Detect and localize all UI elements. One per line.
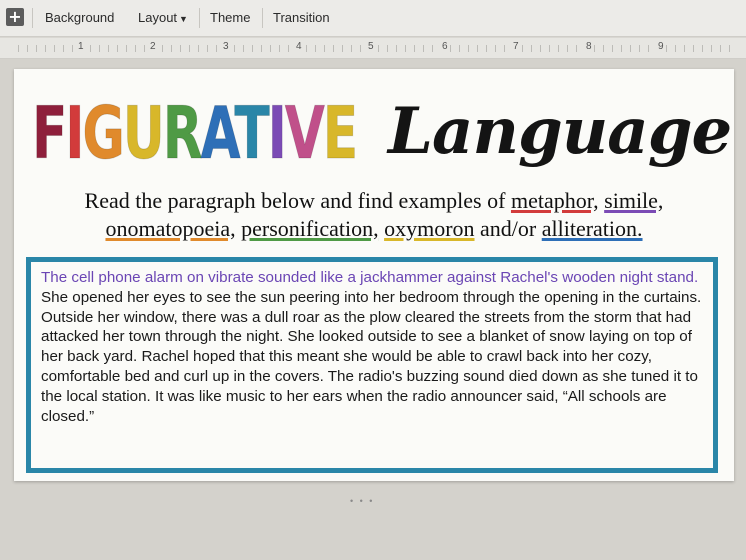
ruler-number: 4 bbox=[294, 41, 304, 52]
panel-resize-handle[interactable]: • • • bbox=[350, 496, 374, 506]
title-figurative: FIGURATIVE bbox=[32, 85, 359, 181]
layout-label: Layout bbox=[138, 10, 178, 25]
title-letter: E bbox=[322, 91, 358, 176]
passage-body: She opened her eyes to see the sun peeri… bbox=[41, 288, 702, 425]
background-button[interactable]: Background bbox=[45, 10, 114, 25]
toolbar-divider bbox=[262, 8, 263, 28]
slides-toolbar: + Background Layout ▼ Theme Transition bbox=[0, 0, 746, 37]
title-letter: V bbox=[284, 91, 325, 176]
title-letter: U bbox=[122, 91, 165, 176]
term-alliteration: alliteration. bbox=[541, 216, 643, 241]
title-letter: A bbox=[200, 91, 237, 176]
title-letter: T bbox=[234, 91, 270, 176]
term-oxymoron: oxymoron bbox=[384, 216, 475, 241]
title-letter: R bbox=[162, 91, 203, 176]
title-letter: G bbox=[82, 91, 125, 176]
term-personification: personification, bbox=[241, 216, 379, 241]
ruler-number: 9 bbox=[656, 41, 666, 52]
instruction-and-or: and/or bbox=[474, 216, 542, 241]
toolbar-divider bbox=[199, 8, 200, 28]
passage-textbox[interactable]: The cell phone alarm on vibrate sounded … bbox=[26, 257, 718, 473]
passage-text: The cell phone alarm on vibrate sounded … bbox=[41, 268, 705, 426]
plus-icon[interactable]: + bbox=[6, 8, 24, 26]
ruler-number: 8 bbox=[584, 41, 594, 52]
instruction-prefix: Read the paragraph below and find exampl… bbox=[84, 188, 511, 213]
ruler-number: 7 bbox=[511, 41, 521, 52]
ruler-number: 2 bbox=[148, 41, 158, 52]
instruction-text[interactable]: Read the paragraph below and find exampl… bbox=[14, 187, 734, 243]
term-simile: simile, bbox=[604, 188, 664, 213]
ruler-number: 1 bbox=[76, 41, 86, 52]
term-metaphor: metaphor, bbox=[510, 188, 599, 213]
title-language: Language bbox=[388, 94, 732, 169]
title-letter: I bbox=[65, 91, 85, 176]
chevron-down-icon: ▼ bbox=[179, 14, 188, 24]
ruler-number: 3 bbox=[221, 41, 231, 52]
term-onomatopoeia: onomatopoeia, bbox=[105, 216, 236, 241]
slide-canvas: FIGURATIVE Language Read the paragraph b… bbox=[0, 59, 746, 560]
transition-button[interactable]: Transition bbox=[273, 10, 330, 25]
slide[interactable]: FIGURATIVE Language Read the paragraph b… bbox=[14, 69, 734, 481]
title-letter: I bbox=[267, 91, 287, 176]
theme-button[interactable]: Theme bbox=[210, 10, 250, 25]
horizontal-ruler[interactable]: 1 2 3 4 5 6 7 8 9 bbox=[0, 38, 746, 59]
toolbar-divider bbox=[32, 8, 33, 28]
passage-highlight: The cell phone alarm on vibrate sounded … bbox=[41, 269, 699, 286]
slide-title[interactable]: FIGURATIVE Language bbox=[32, 85, 733, 181]
title-letter: F bbox=[32, 91, 68, 176]
layout-button[interactable]: Layout ▼ bbox=[138, 10, 188, 25]
ruler-number: 6 bbox=[440, 41, 450, 52]
ruler-number: 5 bbox=[366, 41, 376, 52]
